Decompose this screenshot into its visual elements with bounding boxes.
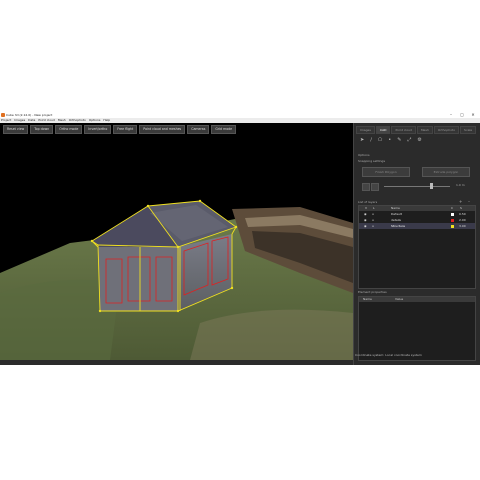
layers-table: V L Name C S ◉ ▫ Default 0.50 ◉ ▫ detail… [358, 205, 476, 289]
reset-view-button[interactable]: Reset view [3, 125, 29, 134]
side-panel: Images CAD Point cloud Mesh Orthophoto S… [353, 123, 480, 365]
height-slider-row: 1.0 m [362, 182, 474, 191]
col-prop-value: Value [395, 297, 404, 301]
element-properties-table: Name Value [358, 296, 476, 361]
layer-color-swatch[interactable] [451, 224, 454, 228]
height-slider-value: 1.0 m [456, 183, 465, 187]
panel-tabs: Images CAD Point cloud Mesh Orthophoto S… [356, 126, 477, 134]
finish-polygon-button[interactable]: Finish Polygon [362, 167, 410, 177]
layer-name: Structure [391, 224, 405, 228]
layers-label: List of layers [358, 200, 378, 204]
polygon-tool-icon[interactable]: ⬠ [378, 137, 382, 143]
snapping-label: Snapping settings [358, 159, 386, 163]
edit-tool-icon[interactable]: ✎ [397, 137, 401, 143]
properties-header: Name Value [359, 297, 475, 302]
slider-step-up-button[interactable] [371, 183, 379, 191]
slider-step-down-button[interactable] [362, 183, 370, 191]
eye-icon[interactable]: ◉ [364, 223, 367, 229]
cameras-button[interactable]: Cameras [187, 125, 210, 134]
menu-help[interactable]: Help [103, 118, 110, 122]
line-tool-icon[interactable]: ∕ [370, 137, 372, 143]
viewport-toolbar: Reset view Top down Ortho mode Invert/or… [3, 125, 237, 134]
layer-color-swatch[interactable] [451, 212, 454, 216]
layer-color-swatch[interactable] [451, 218, 454, 222]
menu-orthophoto[interactable]: Orthophoto [69, 118, 86, 122]
point-cloud-meshes-button[interactable]: Point cloud and meshes [139, 125, 186, 134]
element-properties-label: Element properties [358, 290, 387, 294]
menu-mesh[interactable]: Mesh [58, 118, 66, 122]
3d-viewport[interactable]: Reset view Top down Ortho mode Invert/or… [0, 123, 353, 360]
tab-cad[interactable]: CAD [375, 126, 391, 134]
app-logo-icon [1, 113, 5, 117]
ortho-mode-button[interactable]: Ortho mode [55, 125, 83, 134]
height-slider-handle[interactable] [430, 183, 433, 189]
tab-scale[interactable]: Scale [460, 126, 477, 134]
options-label: Options [358, 153, 370, 157]
extrude-polygon-button[interactable]: Extrude polygon [422, 167, 470, 177]
lock-icon[interactable]: ▫ [372, 223, 374, 229]
remove-layer-icon[interactable]: – [468, 199, 470, 204]
point-cloud-scene[interactable] [0, 123, 353, 360]
measure-tool-icon[interactable]: ⤢ [407, 137, 411, 143]
app-window: Cube 3d (2.12.0) - New project – ▢ ✕ Pro… [0, 112, 480, 365]
viewport-status-bar [0, 360, 353, 365]
menu-options[interactable]: Options [89, 118, 101, 122]
settings-tool-icon[interactable]: ⚙ [417, 137, 421, 143]
top-down-button[interactable]: Top down [30, 125, 54, 134]
invert-ortho-button[interactable]: Invert/ortho [84, 125, 112, 134]
menu-images[interactable]: Images [14, 118, 25, 122]
height-slider-track[interactable] [384, 186, 450, 187]
coordinate-system-status: Coordinate system: Local coordinate syst… [355, 353, 422, 357]
point-tool-icon[interactable]: • [388, 137, 391, 143]
add-layer-icon[interactable]: + [459, 199, 462, 204]
menu-project[interactable]: Project [1, 118, 11, 122]
menu-data[interactable]: Data [28, 118, 35, 122]
tab-orthophoto[interactable]: Orthophoto [433, 126, 460, 134]
tab-images[interactable]: Images [356, 126, 375, 134]
col-prop-name: Name [363, 297, 372, 301]
layer-row[interactable]: ◉ ▫ Structure 3.00 [359, 223, 475, 229]
grid-mode-button[interactable]: Grid mode [211, 125, 237, 134]
tab-mesh[interactable]: Mesh [416, 126, 433, 134]
free-flight-button[interactable]: Free flight [113, 125, 138, 134]
cad-tool-row: ➤ ∕ ⬠ • ✎ ⤢ ⚙ [360, 137, 422, 143]
layer-size: 3.00 [459, 224, 466, 228]
tab-point-cloud[interactable]: Point cloud [391, 126, 416, 134]
menu-point-cloud[interactable]: Point cloud [38, 118, 55, 122]
arrow-tool-icon[interactable]: ➤ [360, 137, 364, 143]
